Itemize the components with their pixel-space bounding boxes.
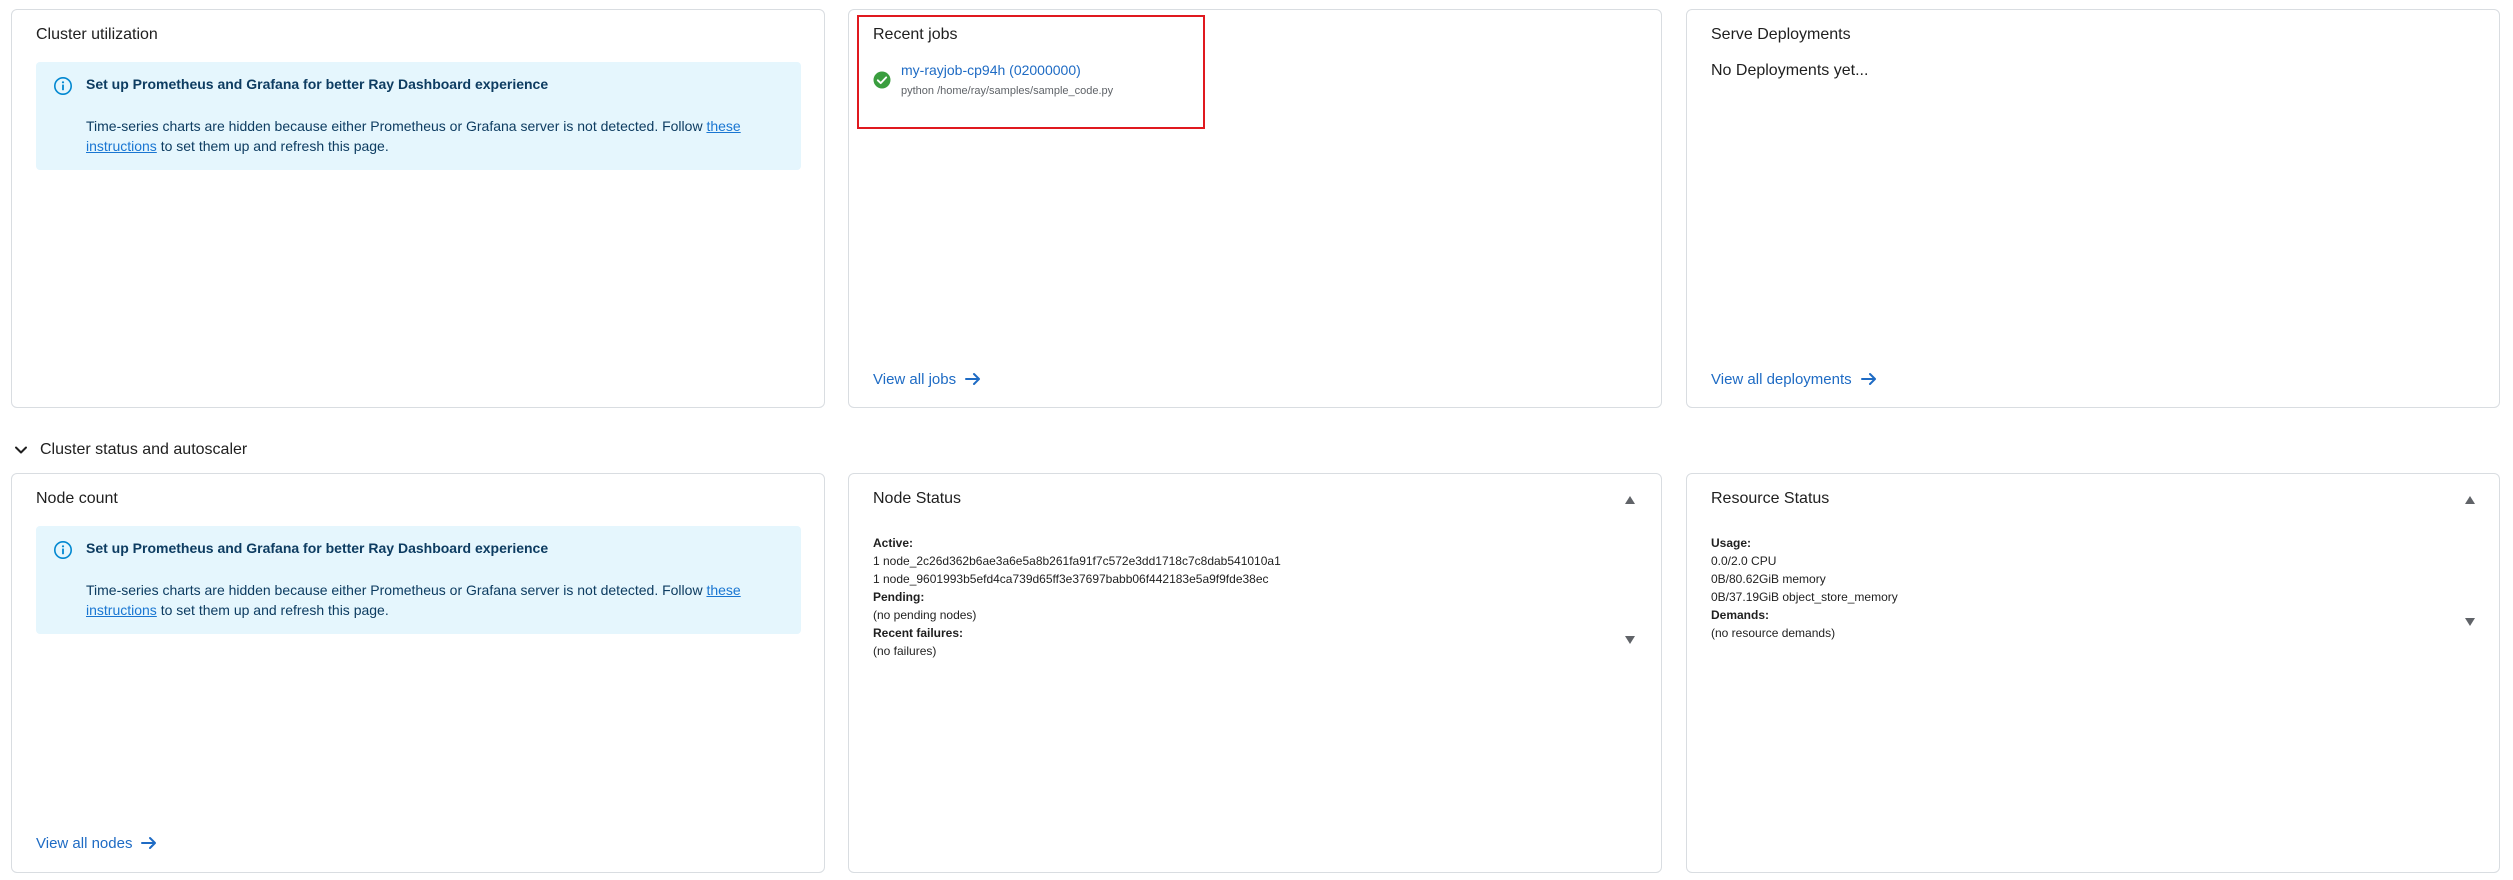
alert-title: Set up Prometheus and Grafana for better… (86, 76, 549, 92)
alert-message: Time-series charts are hidden because ei… (86, 580, 786, 620)
section-title: Cluster status and autoscaler (40, 441, 248, 458)
status-line: 0.0/2.0 CPU (1711, 554, 1777, 568)
view-all-label: View all deployments (1711, 370, 1852, 388)
node-status-card: Node Status Active: 1 node_2c26d362b6ae3… (848, 473, 1662, 873)
alert-text-after: to set them up and refresh this page. (156, 138, 389, 154)
info-icon (54, 541, 72, 559)
status-line: 1 node_9601993b5efd4ca739d65ff3e37697bab… (873, 572, 1269, 586)
status-line: (no pending nodes) (873, 608, 977, 622)
status-line: Pending: (873, 590, 925, 604)
view-all-label: View all nodes (36, 834, 133, 852)
scroll-down-arrow[interactable] (2465, 618, 2475, 626)
alert-title: Set up Prometheus and Grafana for better… (86, 540, 549, 556)
scroll-down-arrow[interactable] (1625, 636, 1635, 644)
status-line: Usage: (1711, 536, 1752, 550)
prometheus-alert: Set up Prometheus and Grafana for better… (36, 62, 801, 170)
view-all-jobs-link[interactable]: View all jobs (873, 370, 982, 388)
status-line: (no failures) (873, 644, 937, 658)
view-all-label: View all jobs (873, 370, 957, 388)
alert-text-after: to set them up and refresh this page. (156, 602, 389, 618)
status-line: (no resource demands) (1711, 626, 1836, 640)
serve-deployments-card: Serve Deployments No Deployments yet... … (1686, 9, 2500, 408)
arrow-right-icon (1860, 373, 1876, 385)
card-title: Cluster utilization (36, 26, 158, 43)
status-line: 1 node_2c26d362b6ae3a6e5a8b261fa91f7c572… (873, 554, 1281, 568)
arrow-right-icon (141, 837, 157, 849)
job-entrypoint: python /home/ray/samples/sample_code.py (901, 85, 1114, 97)
card-title: Node count (36, 490, 118, 507)
scroll-up-arrow[interactable] (2465, 496, 2475, 504)
view-all-nodes-link[interactable]: View all nodes (36, 834, 158, 852)
arrow-right-icon (965, 373, 981, 385)
status-line: 0B/37.19GiB object_store_memory (1711, 590, 1898, 604)
job-link[interactable]: my-rayjob-cp94h (02000000) (901, 62, 1081, 78)
status-line: Active: (873, 536, 914, 550)
scroll-up-arrow[interactable] (1625, 496, 1635, 504)
chevron-down-icon (15, 446, 27, 454)
prometheus-alert: Set up Prometheus and Grafana for better… (36, 526, 801, 634)
node-status-list: Active: 1 node_2c26d362b6ae3a6e5a8b261fa… (873, 534, 1281, 660)
check-circle-icon (873, 71, 891, 89)
cluster-status-section-toggle[interactable]: Cluster status and autoscaler (12, 441, 247, 459)
status-line: Recent failures: (873, 626, 964, 640)
node-count-card: Node count Set up Prometheus and Grafana… (11, 473, 825, 873)
empty-deployments-text: No Deployments yet... (1711, 62, 1869, 79)
card-title: Resource Status (1711, 490, 1830, 507)
card-title: Serve Deployments (1711, 26, 1851, 43)
alert-message: Time-series charts are hidden because ei… (86, 116, 786, 156)
resource-status-list: Usage: 0.0/2.0 CPU 0B/80.62GiB memory 0B… (1711, 534, 1898, 642)
alert-text-before: Time-series charts are hidden because ei… (86, 582, 707, 598)
status-line: 0B/80.62GiB memory (1711, 572, 1826, 586)
alert-text-before: Time-series charts are hidden because ei… (86, 118, 707, 134)
status-line: Demands: (1711, 608, 1770, 622)
card-title: Recent jobs (873, 26, 958, 43)
cluster-utilization-card: Cluster utilization Set up Prometheus an… (11, 9, 825, 408)
recent-jobs-card: Recent jobs my-rayjob-cp94h (02000000) p… (848, 9, 1662, 408)
view-all-deployments-link[interactable]: View all deployments (1711, 370, 1878, 388)
info-icon (54, 77, 72, 95)
card-title: Node Status (873, 490, 962, 507)
resource-status-card: Resource Status Usage: 0.0/2.0 CPU 0B/80… (1686, 473, 2500, 873)
